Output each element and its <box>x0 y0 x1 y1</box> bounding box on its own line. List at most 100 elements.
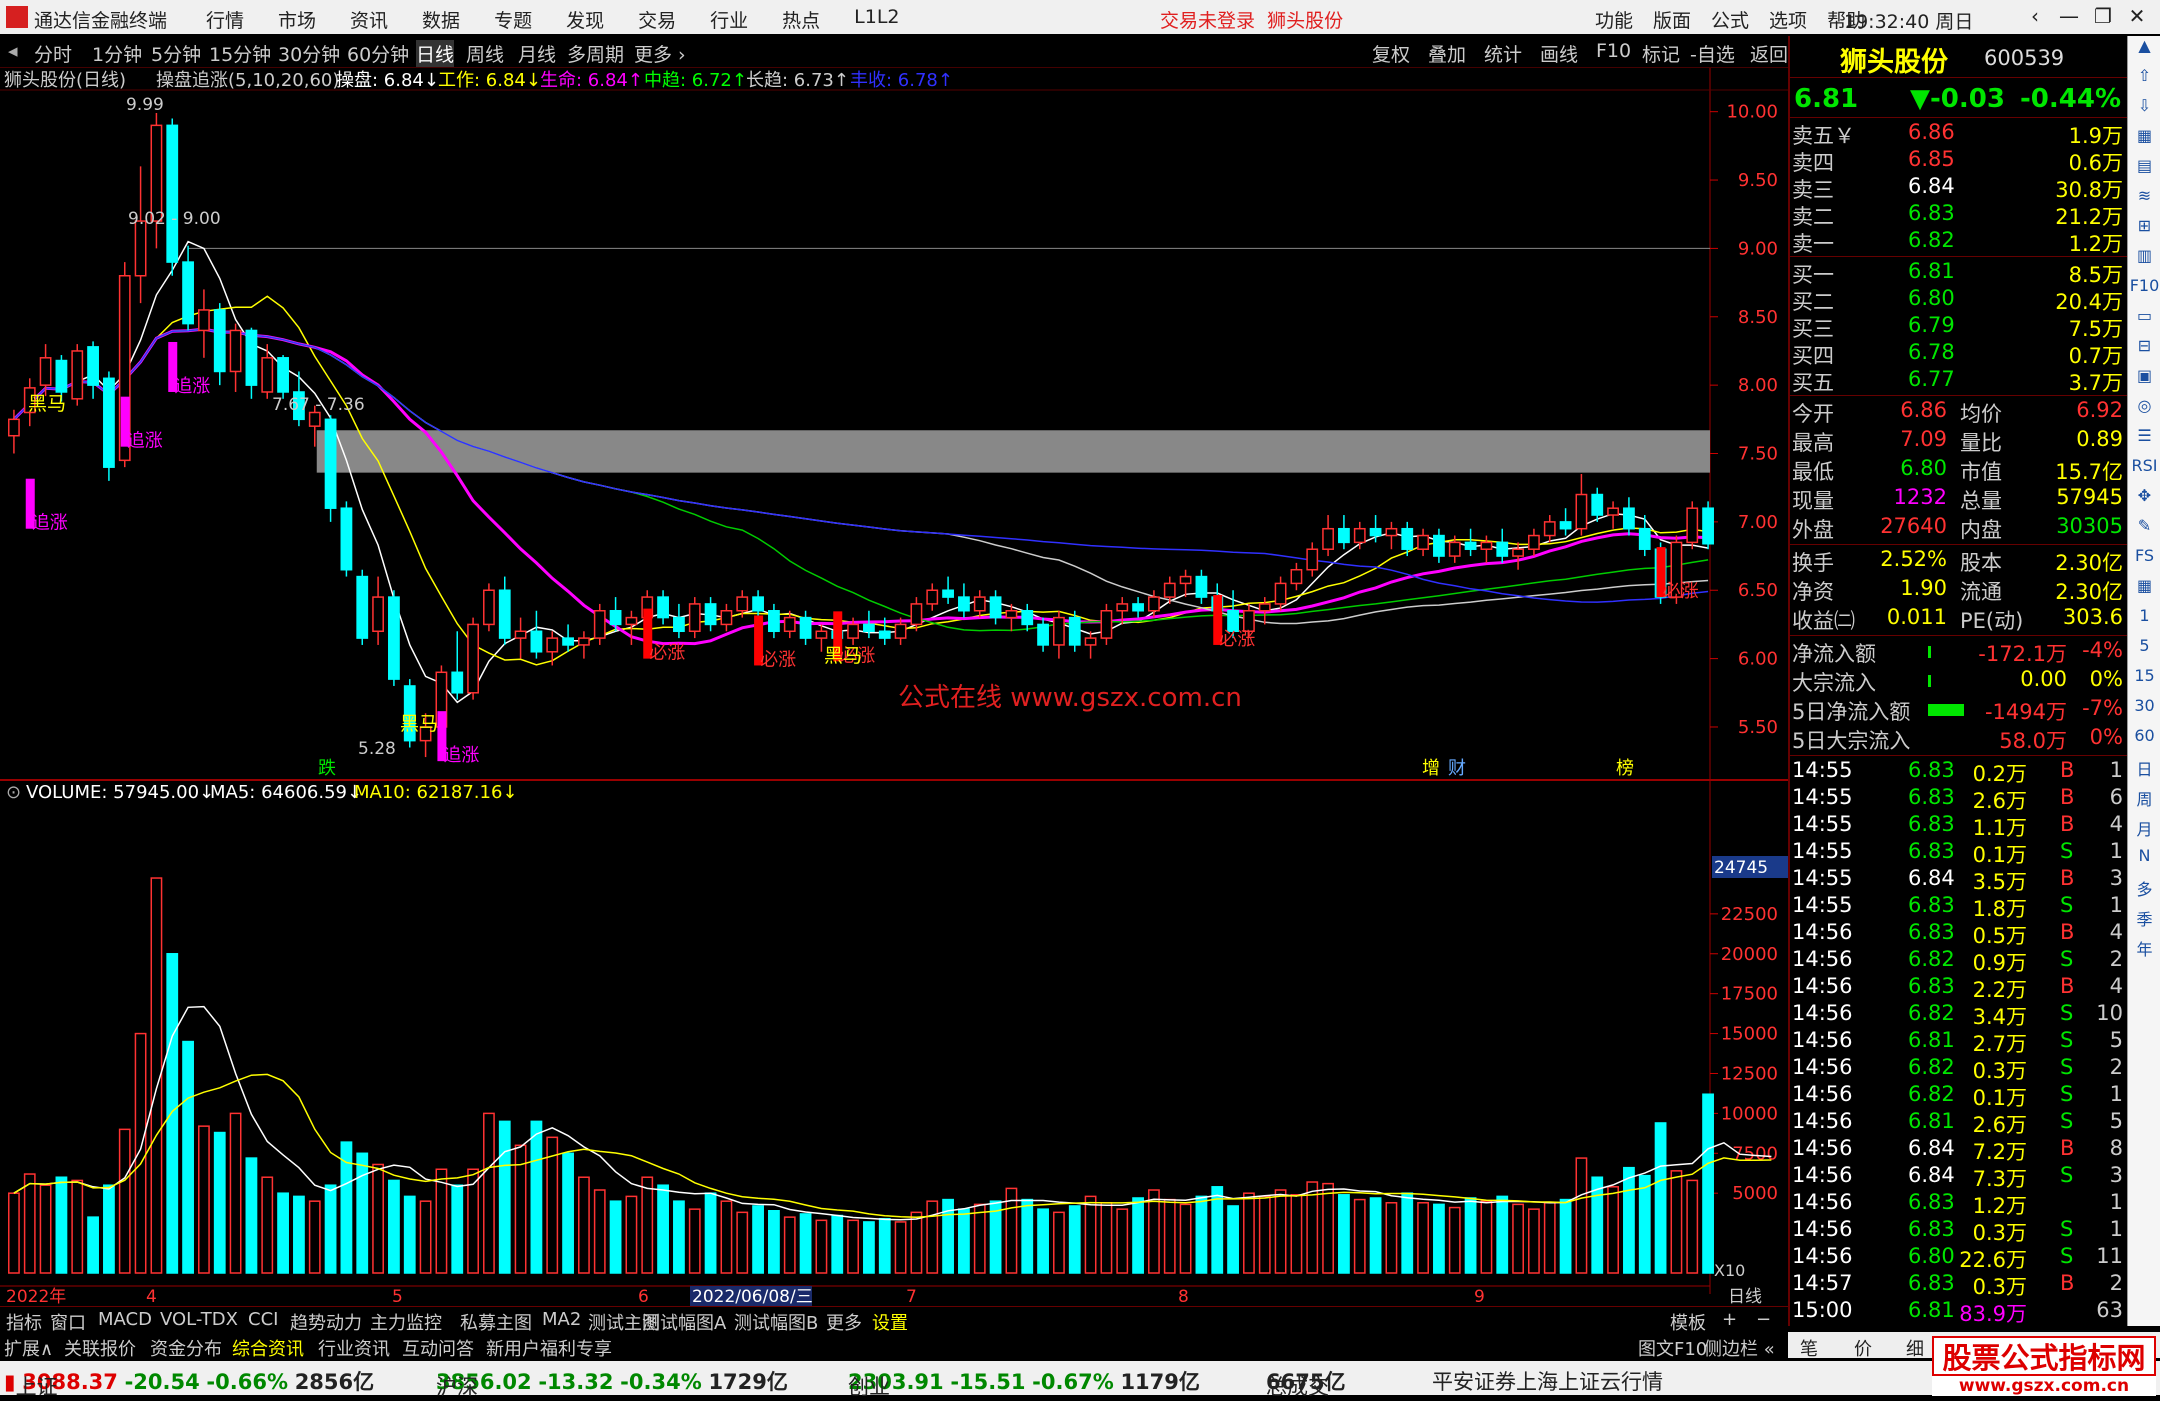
volume-bar[interactable] <box>277 1192 289 1274</box>
volume-bar[interactable] <box>8 1192 20 1274</box>
volume-bar[interactable] <box>134 1032 147 1274</box>
volume-bar[interactable] <box>1623 1166 1635 1274</box>
extension-tab-3[interactable]: 综合资讯 <box>232 1335 304 1361</box>
candle-body[interactable] <box>150 124 163 222</box>
right-tab-0[interactable]: 笔 <box>1800 1335 1818 1361</box>
minimize-icon[interactable]: — <box>2052 4 2086 28</box>
volume-bar[interactable] <box>451 1184 464 1274</box>
vtool-icon-18[interactable]: ▦ <box>2128 576 2160 606</box>
volume-bar[interactable] <box>973 1203 986 1274</box>
candle-body[interactable] <box>530 630 543 653</box>
candle-body[interactable] <box>799 616 812 639</box>
candle-body[interactable] <box>546 637 559 653</box>
volume-bar[interactable] <box>752 1205 764 1274</box>
candle-body[interactable] <box>578 637 590 646</box>
tick-row[interactable]: 14:56 6.82 0.3万 S 2 <box>1790 1055 2127 1083</box>
indicator-tab-16[interactable]: − <box>1756 1309 1771 1330</box>
back-icon[interactable]: ‹ <box>2018 4 2052 28</box>
extension-tab-4[interactable]: 行业资讯 <box>318 1335 390 1361</box>
candle-body[interactable] <box>1417 534 1429 550</box>
volume-bar[interactable] <box>815 1219 828 1274</box>
sys-menu-item-3[interactable]: 选项 <box>1769 6 1807 33</box>
volume-bar[interactable] <box>720 1200 733 1274</box>
vtool-icon-14[interactable]: RSI <box>2128 456 2160 486</box>
extension-tab-1[interactable]: 关联报价 <box>64 1335 136 1361</box>
volume-bar[interactable] <box>198 1125 210 1274</box>
volume-bar[interactable] <box>847 1219 859 1274</box>
vtool-icon-0[interactable]: ▲ <box>2128 36 2160 66</box>
period-tab-10[interactable]: 更多 › <box>634 40 686 67</box>
candle-body[interactable] <box>752 596 764 612</box>
volume-bar[interactable] <box>293 1195 305 1274</box>
vtool-icon-28[interactable]: 多 <box>2128 876 2160 906</box>
sys-menu-item-0[interactable]: 功能 <box>1595 6 1633 33</box>
volume-bar[interactable] <box>1512 1203 1524 1274</box>
cy-index[interactable]: 创业 2303.91 -15.51 -0.67% 1179亿 <box>848 1366 1200 1399</box>
volume-bar[interactable] <box>1385 1202 1398 1274</box>
vtool-icon-1[interactable]: ⇧ <box>2128 66 2160 96</box>
menu-item-0[interactable]: 行情 <box>206 6 244 33</box>
candle-body[interactable] <box>1037 623 1049 646</box>
volume-bar[interactable] <box>229 1112 242 1274</box>
tick-row[interactable]: 14:56 6.83 0.5万 B 4 <box>1790 920 2127 948</box>
candle-body[interactable] <box>103 377 115 468</box>
period-tab-4[interactable]: 30分钟 <box>278 40 340 67</box>
candle-body[interactable] <box>1401 527 1414 550</box>
extension-tab-5[interactable]: 互动问答 <box>402 1335 474 1361</box>
chart-tool-5[interactable]: 标记 <box>1642 40 1680 67</box>
sys-menu-item-1[interactable]: 版面 <box>1653 6 1691 33</box>
candle-body[interactable] <box>1084 637 1097 646</box>
tick-row[interactable]: 14:56 6.84 7.2万 B 8 <box>1790 1136 2127 1164</box>
chart-tool-2[interactable]: 统计 <box>1484 40 1522 67</box>
volume-bar[interactable] <box>1116 1208 1129 1274</box>
volume-bar[interactable] <box>213 1131 226 1274</box>
volume-bar[interactable] <box>1021 1198 1034 1274</box>
candle-body[interactable] <box>973 596 986 612</box>
volume-bar[interactable] <box>55 1176 68 1274</box>
volume-bar[interactable] <box>625 1195 638 1274</box>
vtool-icon-8[interactable]: F10 <box>2128 276 2160 306</box>
volume-bar[interactable] <box>878 1217 891 1274</box>
volume-bar[interactable] <box>1496 1195 1509 1274</box>
volume-bar[interactable] <box>593 1189 606 1274</box>
volume-bar[interactable] <box>1148 1189 1160 1274</box>
vtool-icon-30[interactable]: 年 <box>2128 936 2160 966</box>
volume-bar[interactable] <box>657 1184 669 1274</box>
candle-body[interactable] <box>388 596 400 680</box>
menu-item-6[interactable]: 交易 <box>638 6 676 33</box>
vtool-icon-16[interactable]: ✎ <box>2128 516 2160 546</box>
candle-body[interactable] <box>1132 603 1144 612</box>
volume-bar[interactable] <box>863 1221 875 1274</box>
vtool-icon-13[interactable]: ☰ <box>2128 426 2160 456</box>
tick-row[interactable]: 14:55 6.84 3.5万 B 3 <box>1790 866 2127 894</box>
candle-body[interactable] <box>1290 568 1303 585</box>
tick-row[interactable]: 14:56 6.83 1.2万 1 <box>1790 1190 2127 1218</box>
volume-bar[interactable] <box>419 1200 432 1274</box>
candle-body[interactable] <box>926 589 939 605</box>
tick-row[interactable]: 14:56 6.81 2.7万 S 5 <box>1790 1028 2127 1056</box>
volume-bar[interactable] <box>673 1200 685 1274</box>
candle-body[interactable] <box>213 309 226 373</box>
chart-tool-6[interactable]: -自选 <box>1690 40 1735 67</box>
candle-body[interactable] <box>261 357 274 393</box>
candle-body[interactable] <box>894 623 907 639</box>
candle-body[interactable] <box>1512 548 1524 557</box>
chart-tool-1[interactable]: 叠加 <box>1428 40 1466 67</box>
vtool-icon-7[interactable]: ▥ <box>2128 246 2160 276</box>
volume-bar[interactable] <box>1448 1206 1461 1274</box>
tick-row[interactable]: 14:56 6.81 2.6万 S 5 <box>1790 1109 2127 1137</box>
volume-bar[interactable] <box>1654 1122 1667 1274</box>
vtool-icon-6[interactable]: ⊞ <box>2128 216 2160 246</box>
volume-bar[interactable] <box>308 1200 321 1274</box>
volume-bar[interactable] <box>1369 1197 1382 1274</box>
vtool-icon-27[interactable]: N <box>2128 846 2160 876</box>
tick-row[interactable]: 14:55 6.83 0.2万 B 1 <box>1790 758 2127 786</box>
volume-bar[interactable] <box>1338 1194 1350 1274</box>
volume-bar[interactable] <box>783 1216 796 1274</box>
menu-item-3[interactable]: 数据 <box>422 6 460 33</box>
vtool-icon-5[interactable]: ≋ <box>2128 186 2160 216</box>
candle-body[interactable] <box>910 603 923 626</box>
volume-bar[interactable] <box>831 1214 844 1274</box>
candle-body[interactable] <box>1258 603 1271 612</box>
trade-status[interactable]: 交易未登录 狮头股份 <box>1160 6 1343 33</box>
